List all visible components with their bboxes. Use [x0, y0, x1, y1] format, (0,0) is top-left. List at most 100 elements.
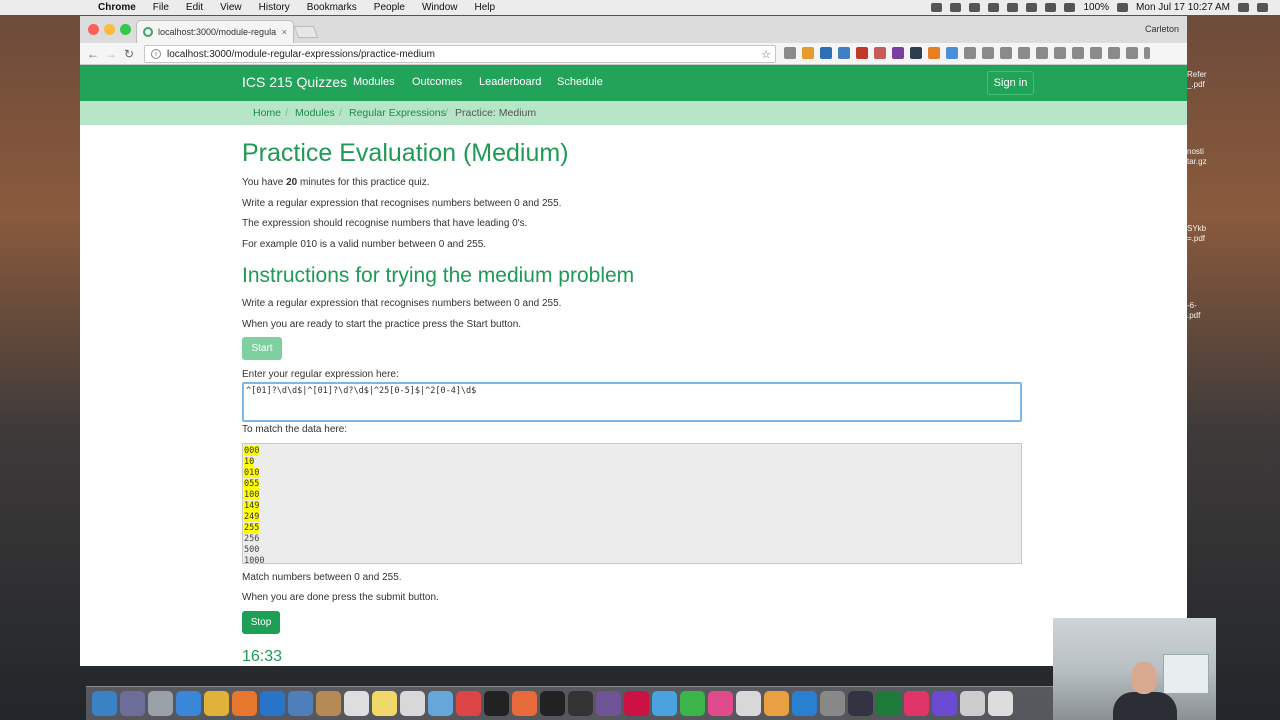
dock-app-icon[interactable] — [708, 691, 733, 716]
zoom-window-button[interactable] — [120, 24, 131, 35]
extension-icon[interactable] — [910, 47, 922, 59]
test-data-textarea[interactable]: 000 10 010 055 100 149 249 255 256 500 1000 — [242, 443, 1022, 564]
menu-view[interactable]: View — [220, 2, 242, 13]
extension-icon[interactable] — [1090, 47, 1102, 59]
forward-arrow-icon[interactable]: → — [102, 47, 120, 61]
dock-app-icon[interactable] — [456, 691, 481, 716]
breadcrumb-regular-expressions[interactable]: Regular Expressions — [349, 107, 446, 119]
dropbox-icon[interactable] — [950, 3, 962, 12]
menu-app-name[interactable]: Chrome — [98, 2, 136, 13]
extension-icon[interactable] — [856, 47, 868, 59]
mail-extension-icon[interactable] — [1072, 47, 1084, 59]
nav-schedule[interactable]: Schedule — [557, 76, 603, 88]
dock-app-icon[interactable] — [176, 691, 201, 716]
desktop-file-label[interactable]: SYkb =.pdf — [1187, 224, 1206, 244]
eyedropper-extension-icon[interactable] — [964, 47, 976, 59]
reload-icon[interactable]: ↻ — [120, 47, 138, 61]
dock-app-icon[interactable] — [484, 691, 509, 716]
dock-app-icon[interactable] — [428, 691, 453, 716]
dock-app-icon[interactable] — [820, 691, 845, 716]
time-machine-icon[interactable] — [1007, 3, 1019, 12]
amazon-extension-icon[interactable] — [802, 47, 814, 59]
tray-icon[interactable] — [931, 3, 943, 12]
extension-icon[interactable] — [1126, 47, 1138, 59]
dock-app-icon[interactable] — [680, 691, 705, 716]
notification-center-icon[interactable] — [1257, 3, 1268, 12]
tab-close-icon[interactable]: × — [282, 27, 287, 37]
desktop-file-label[interactable]: nosti tar.gz — [1187, 147, 1207, 167]
breadcrumb-modules[interactable]: Modules — [295, 107, 335, 119]
browser-tab[interactable]: localhost:3000/module-regula × — [136, 20, 294, 43]
nav-leaderboard[interactable]: Leaderboard — [479, 76, 541, 88]
tray-icon[interactable] — [988, 3, 1000, 12]
bookmark-star-icon[interactable]: ☆ — [761, 48, 771, 61]
menu-help[interactable]: Help — [475, 2, 496, 13]
dock-app-icon[interactable] — [764, 691, 789, 716]
close-window-button[interactable] — [88, 24, 99, 35]
extension-icon[interactable] — [946, 47, 958, 59]
dock-app-icon[interactable] — [568, 691, 593, 716]
extension-icon[interactable] — [928, 47, 940, 59]
breadcrumb-home[interactable]: Home — [253, 107, 281, 119]
paypal-extension-icon[interactable] — [820, 47, 832, 59]
dock-app-icon[interactable] — [848, 691, 873, 716]
dock-app-icon[interactable] — [596, 691, 621, 716]
airplay-icon[interactable] — [1064, 3, 1076, 12]
dock-app-icon[interactable] — [148, 691, 173, 716]
dock-app-icon[interactable] — [736, 691, 761, 716]
dock-app-icon[interactable] — [288, 691, 313, 716]
site-info-icon[interactable]: i — [151, 49, 161, 59]
dock-app-icon[interactable] — [960, 691, 985, 716]
new-tab-button[interactable] — [293, 26, 319, 38]
dock-app-icon[interactable] — [120, 691, 145, 716]
dock-app-icon[interactable] — [512, 691, 537, 716]
dock-app-icon[interactable] — [260, 691, 285, 716]
site-brand[interactable]: ICS 215 Quizzes — [242, 74, 347, 90]
weather-extension-icon[interactable] — [838, 47, 850, 59]
dock-app-icon[interactable] — [372, 691, 397, 716]
tray-icon[interactable] — [969, 3, 981, 12]
dock-app-icon[interactable] — [876, 691, 901, 716]
wifi-icon[interactable] — [1045, 3, 1057, 12]
menubar-clock[interactable]: Mon Jul 17 10:27 AM — [1136, 2, 1230, 13]
desktop-file-label[interactable]: -6- .pdf — [1187, 301, 1200, 321]
bluetooth-icon[interactable] — [1026, 3, 1038, 12]
dock-app-icon[interactable] — [316, 691, 341, 716]
menu-edit[interactable]: Edit — [186, 2, 203, 13]
dock-app-icon[interactable] — [232, 691, 257, 716]
extension-icon[interactable] — [892, 47, 904, 59]
menu-people[interactable]: People — [374, 2, 405, 13]
battery-icon[interactable] — [1117, 3, 1129, 12]
extension-icon[interactable] — [982, 47, 994, 59]
sign-in-button[interactable]: Sign in — [987, 71, 1034, 95]
back-arrow-icon[interactable]: ← — [84, 47, 102, 61]
desktop-file-label[interactable]: Refer _.pdf — [1187, 70, 1207, 90]
extension-icon[interactable] — [1018, 47, 1030, 59]
menu-kebab-icon[interactable] — [1144, 47, 1150, 59]
address-bar[interactable]: i localhost:3000/module-regular-expressi… — [144, 45, 776, 63]
dock-app-icon[interactable] — [624, 691, 649, 716]
dock-app-icon[interactable] — [792, 691, 817, 716]
dock-app-icon[interactable] — [904, 691, 929, 716]
profile-name[interactable]: Carleton — [1145, 24, 1179, 34]
camera-extension-icon[interactable] — [1108, 47, 1120, 59]
menu-bookmarks[interactable]: Bookmarks — [307, 2, 357, 13]
dock-app-icon[interactable] — [204, 691, 229, 716]
dock-app-icon[interactable] — [92, 691, 117, 716]
menu-window[interactable]: Window — [422, 2, 458, 13]
minimize-window-button[interactable] — [104, 24, 115, 35]
extension-icon[interactable] — [784, 47, 796, 59]
dock-app-icon[interactable] — [540, 691, 565, 716]
stop-button[interactable]: Stop — [242, 611, 280, 634]
extension-icon[interactable] — [1054, 47, 1066, 59]
dock-app-icon[interactable] — [400, 691, 425, 716]
menu-file[interactable]: File — [153, 2, 169, 13]
start-button[interactable]: Start — [242, 337, 282, 360]
dock-app-icon[interactable] — [344, 691, 369, 716]
spotlight-search-icon[interactable] — [1238, 3, 1249, 12]
extension-icon[interactable] — [1000, 47, 1012, 59]
menu-history[interactable]: History — [259, 2, 290, 13]
extension-icon[interactable] — [874, 47, 886, 59]
apple-menu-icon[interactable] — [78, 2, 90, 14]
dock-app-icon[interactable] — [988, 691, 1013, 716]
